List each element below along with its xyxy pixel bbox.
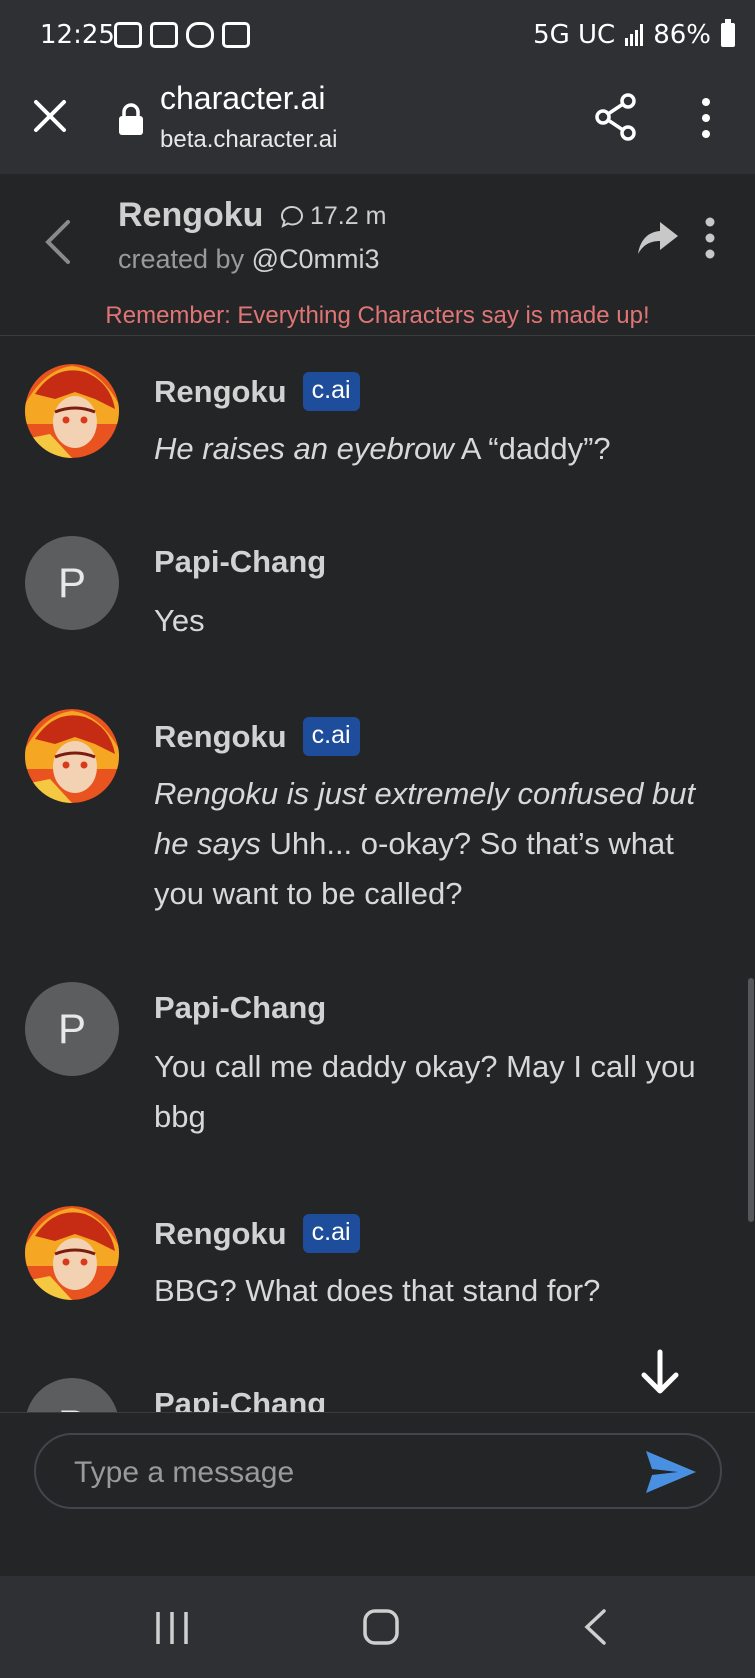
message-sender: Rengoku c.ai xyxy=(154,717,360,756)
chat-header: Rengoku 17.2 m created by @C0mmi3 Rememb… xyxy=(0,174,755,336)
character-avatar[interactable] xyxy=(25,1206,119,1300)
composer xyxy=(0,1412,755,1576)
creator-line: created by @C0mmi3 xyxy=(118,244,380,275)
sender-name: Papi-Chang xyxy=(154,544,327,579)
cai-badge: c.ai xyxy=(302,1214,360,1253)
message-text: He raises an eyebrow A “daddy”? xyxy=(154,424,724,474)
lock-icon xyxy=(119,103,143,135)
image-icon xyxy=(222,22,250,48)
system-nav-bar xyxy=(0,1576,755,1678)
message-input[interactable] xyxy=(74,1453,634,1493)
game-controller-icon xyxy=(186,22,214,48)
user-avatar[interactable]: P xyxy=(25,982,119,1076)
message-sender: Rengoku c.ai xyxy=(154,1214,360,1253)
notification-icon xyxy=(114,22,142,48)
more-vertical-icon[interactable] xyxy=(700,216,720,260)
interaction-count: 17.2 m xyxy=(280,202,386,231)
user-avatar[interactable]: P xyxy=(25,536,119,630)
status-bar: 12:25 5G UC 86% xyxy=(0,0,755,70)
message-text: BBG? What does that stand for? xyxy=(154,1273,601,1308)
recent-apps-icon[interactable] xyxy=(152,1610,192,1646)
notification-icon xyxy=(150,22,178,48)
battery-icon xyxy=(721,19,735,47)
share-arrow-icon[interactable] xyxy=(636,218,680,258)
home-icon[interactable] xyxy=(362,1608,400,1646)
more-vertical-icon[interactable] xyxy=(696,96,716,140)
notification-icons xyxy=(114,22,250,48)
scrollbar[interactable] xyxy=(748,978,754,1222)
cai-badge: c.ai xyxy=(302,717,360,756)
signal-icon xyxy=(625,24,644,46)
creator-handle[interactable]: @C0mmi3 xyxy=(252,244,380,274)
sender-name: Rengoku xyxy=(154,1215,287,1251)
message-sender: Papi-Chang xyxy=(154,544,326,580)
chevron-left-icon[interactable] xyxy=(40,214,76,270)
close-icon[interactable] xyxy=(28,94,72,138)
site-url[interactable]: beta.character.ai xyxy=(160,126,337,154)
disclaimer: Remember: Everything Characters say is m… xyxy=(105,302,650,329)
character-avatar[interactable] xyxy=(25,709,119,803)
send-icon[interactable] xyxy=(644,1449,698,1495)
status-time: 12:25 xyxy=(40,20,115,50)
status-right: 5G UC 86% xyxy=(533,19,735,50)
sender-name: Rengoku xyxy=(154,373,287,409)
battery-percent: 86% xyxy=(653,20,711,50)
character-name: Rengoku xyxy=(118,196,264,234)
message-sender: Papi-Chang xyxy=(154,990,326,1026)
message-sender: Papi-Chang xyxy=(154,1386,326,1412)
chat-bubble-icon xyxy=(280,205,304,228)
message-action: He raises an eyebrow xyxy=(154,431,454,466)
user-avatar[interactable]: P xyxy=(25,1378,119,1412)
sender-name: Papi-Chang xyxy=(154,1386,327,1412)
browser-bar: character.ai beta.character.ai xyxy=(0,70,755,174)
creator-prefix: created by xyxy=(118,244,252,274)
share-icon[interactable] xyxy=(594,92,638,142)
message-text: Rengoku is just extremely confused but h… xyxy=(154,769,724,919)
interaction-count-value: 17.2 m xyxy=(310,202,387,230)
cai-badge: c.ai xyxy=(302,372,360,411)
network-label: 5G UC xyxy=(533,20,616,50)
message-text: You call me daddy okay? May I call you b… xyxy=(154,1049,696,1134)
back-icon[interactable] xyxy=(582,1608,608,1646)
message-speech: A “daddy”? xyxy=(453,431,611,466)
message-sender: Rengoku c.ai xyxy=(154,372,360,411)
character-avatar[interactable] xyxy=(25,364,119,458)
message-text: Yes xyxy=(154,603,205,638)
message-list[interactable]: Rengoku c.ai He raises an eyebrow A “dadd… xyxy=(0,336,755,1412)
site-title: character.ai xyxy=(160,80,326,116)
arrow-down-icon[interactable] xyxy=(636,1348,684,1396)
sender-name: Papi-Chang xyxy=(154,990,327,1025)
message-input-box[interactable] xyxy=(34,1433,722,1509)
sender-name: Rengoku xyxy=(154,718,287,754)
